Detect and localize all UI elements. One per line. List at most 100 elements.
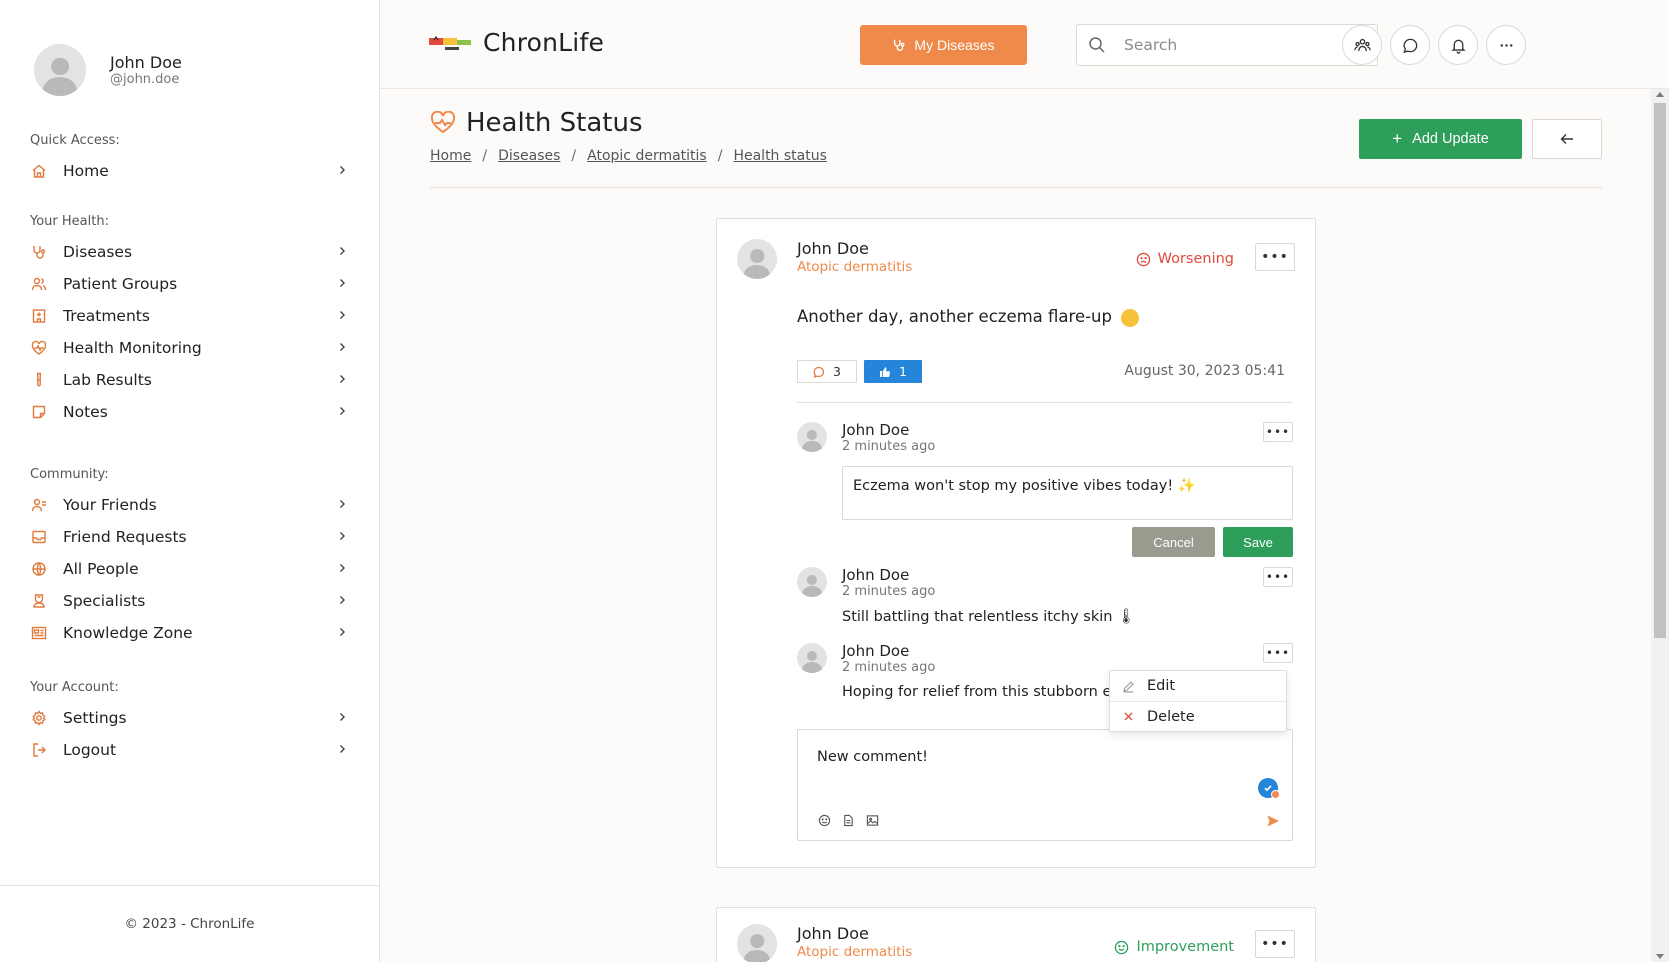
community-button[interactable] — [1342, 25, 1382, 65]
cancel-button[interactable]: Cancel — [1132, 527, 1215, 557]
like-button[interactable]: 1 — [864, 360, 922, 383]
comment-menu-button[interactable]: ••• — [1263, 643, 1293, 663]
menu-item-edit[interactable]: Edit — [1110, 671, 1286, 701]
close-icon — [1124, 712, 1133, 721]
sidebar-item-treatments[interactable]: Treatments — [30, 300, 350, 332]
avatar[interactable] — [797, 643, 827, 673]
avatar[interactable] — [797, 567, 827, 597]
search-box[interactable] — [1076, 24, 1378, 66]
arrow-left-icon — [1560, 134, 1573, 144]
chevron-right-icon — [334, 277, 350, 291]
image-icon[interactable] — [866, 814, 880, 828]
more-options-button[interactable] — [1486, 25, 1526, 65]
sidebar-item-health-monitoring[interactable]: Health Monitoring — [30, 332, 350, 364]
sidebar-item-diseases[interactable]: Diseases — [30, 236, 350, 268]
avatar[interactable] — [737, 239, 777, 279]
status-label: Improvement — [1136, 939, 1234, 955]
sidebar-item-knowledge-zone[interactable]: Knowledge Zone — [30, 617, 350, 649]
user-friends-icon — [30, 496, 48, 514]
avatar — [34, 44, 86, 96]
comment-menu-button[interactable]: ••• — [1263, 422, 1293, 442]
comment-author-name[interactable]: John Doe — [842, 643, 935, 660]
add-update-button[interactable]: + Add Update — [1359, 119, 1522, 159]
my-diseases-button[interactable]: My Diseases — [860, 25, 1027, 65]
post-card: John Doe Atopic dermatitis Improvement •… — [716, 907, 1316, 962]
send-icon[interactable] — [1266, 814, 1280, 828]
stethoscope-icon — [894, 39, 905, 51]
sidebar-item-logout[interactable]: Logout — [30, 734, 350, 766]
comment-toolbar — [818, 814, 890, 828]
breadcrumb-home[interactable]: Home — [430, 148, 471, 164]
post-menu-button[interactable]: ••• — [1255, 930, 1295, 958]
avatar[interactable] — [797, 422, 827, 452]
sidebar-item-settings[interactable]: Settings — [30, 702, 350, 734]
sidebar-item-notes[interactable]: Notes — [30, 396, 350, 428]
breadcrumb-diseases[interactable]: Diseases — [498, 148, 560, 164]
search-input[interactable] — [1124, 36, 1364, 54]
emoji-icon[interactable] — [818, 814, 832, 828]
avatar[interactable] — [737, 924, 777, 962]
status-badge: Worsening — [1136, 251, 1234, 267]
nav-group-community: Community: Your Friends Friend Requests … — [30, 465, 350, 649]
status-badge: Improvement — [1114, 939, 1234, 955]
sidebar-item-your-friends[interactable]: Your Friends — [30, 489, 350, 521]
test-tube-icon — [30, 371, 48, 389]
post-disease-link[interactable]: Atopic dermatitis — [797, 944, 912, 960]
sidebar-item-all-people[interactable]: All People — [30, 553, 350, 585]
scrollbar-thumb[interactable] — [1654, 103, 1666, 638]
attach-file-icon[interactable] — [842, 814, 856, 828]
globe-icon — [30, 560, 48, 578]
plus-icon: + — [1392, 129, 1403, 148]
post-menu-button[interactable]: ••• — [1255, 243, 1295, 271]
post-author-name[interactable]: John Doe — [797, 239, 912, 259]
nav-group-your-health: Your Health: Diseases Patient Groups Tre… — [30, 212, 350, 428]
back-button[interactable] — [1532, 119, 1602, 159]
sidebar-item-friend-requests[interactable]: Friend Requests — [30, 521, 350, 553]
comment-edit-input[interactable]: Eczema won't stop my positive vibes toda… — [842, 466, 1293, 520]
grammar-check-icon[interactable] — [1258, 778, 1280, 799]
post-author-name[interactable]: John Doe — [797, 924, 912, 944]
inbox-icon — [30, 528, 48, 546]
chevron-right-icon — [334, 405, 350, 419]
menu-item-delete[interactable]: Delete — [1110, 701, 1286, 731]
more-dots-icon — [1500, 43, 1512, 47]
scroll-up-icon[interactable] — [1656, 92, 1664, 97]
comment-author-name[interactable]: John Doe — [842, 422, 935, 439]
chevron-right-icon — [334, 562, 350, 576]
notifications-button[interactable] — [1438, 25, 1478, 65]
sidebar-item-patient-groups[interactable]: Patient Groups — [30, 268, 350, 300]
sidebar-item-home[interactable]: Home — [30, 155, 350, 187]
top-header: ChronLife My Diseases — [380, 0, 1669, 89]
sidebar-item-label: Patient Groups — [63, 275, 178, 293]
post-disease-link[interactable]: Atopic dermatitis — [797, 259, 912, 275]
breadcrumb-health-status[interactable]: Health status — [733, 148, 826, 164]
page-title-section: Health Status Home / Diseases / Atopic d… — [430, 108, 827, 164]
comment-item: John Doe 2 minutes ago ••• Eczema won't … — [797, 422, 1293, 557]
user-name: John Doe — [110, 52, 182, 72]
comments-count-button[interactable]: 3 — [797, 360, 857, 383]
new-comment-input[interactable]: New comment! — [797, 729, 1293, 841]
heart-pulse-icon — [30, 339, 48, 357]
sidebar-item-specialists[interactable]: Specialists — [30, 585, 350, 617]
chevron-right-icon — [334, 498, 350, 512]
status-label: Worsening — [1157, 251, 1234, 267]
nav-heading: Your Health: — [30, 214, 109, 229]
breadcrumb-atopic-dermatitis[interactable]: Atopic dermatitis — [587, 148, 707, 164]
breadcrumb: Home / Diseases / Atopic dermatitis / He… — [430, 148, 827, 164]
sidebar-item-label: Knowledge Zone — [63, 624, 193, 642]
chevron-right-icon — [334, 626, 350, 640]
sidebar-item-lab-results[interactable]: Lab Results — [30, 364, 350, 396]
page-scrollbar[interactable] — [1651, 89, 1669, 962]
comment-menu-button[interactable]: ••• — [1263, 567, 1293, 587]
post-date: August 30, 2023 05:41 — [1124, 363, 1285, 379]
sidebar-item-label: Treatments — [63, 307, 150, 325]
messages-button[interactable] — [1390, 25, 1430, 65]
comment-author-name[interactable]: John Doe — [842, 567, 935, 584]
scroll-down-icon[interactable] — [1656, 954, 1664, 959]
save-button[interactable]: Save — [1223, 527, 1293, 557]
brand-logo[interactable]: ChronLife — [429, 28, 604, 57]
pencil-icon — [1123, 680, 1134, 693]
user-profile[interactable]: John Doe @john.doe — [34, 44, 182, 96]
sidebar-item-label: All People — [63, 560, 139, 578]
post-author: John Doe Atopic dermatitis — [737, 239, 912, 279]
